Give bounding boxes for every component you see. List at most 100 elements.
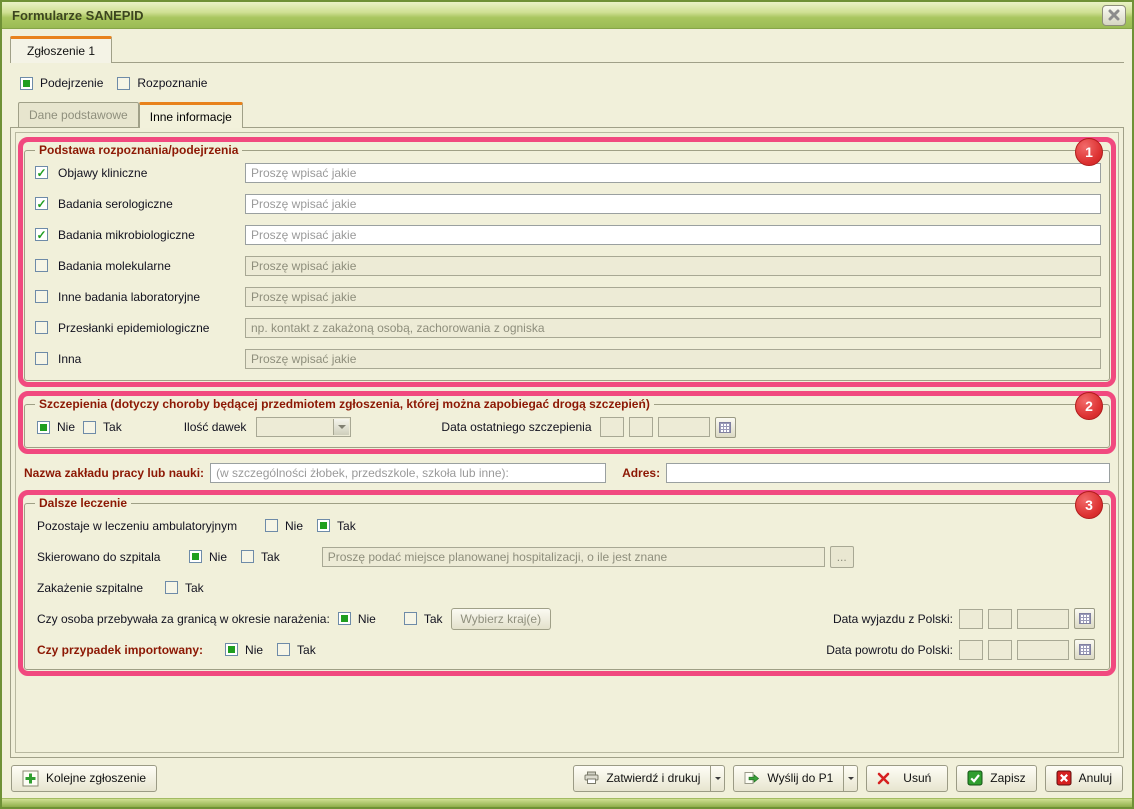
szczepienia-nie-checkbox[interactable]: Nie [37,420,75,434]
szczepienia-nie-label: Nie [57,420,75,434]
szczepienia-tak-checkbox[interactable]: Tak [83,420,122,434]
badania-molekularne-checkbox[interactable] [35,259,48,272]
przeslanki-checkbox[interactable] [35,321,48,334]
checkbox-podejrzenie[interactable]: Podejrzenie [20,76,103,90]
calendar-icon [719,422,731,433]
badania-mikrobiologiczne-input[interactable] [245,225,1101,245]
save-check-icon [967,770,983,786]
badania-serologiczne-checkbox[interactable] [35,197,48,210]
szpital-nie-checkbox[interactable]: Nie [189,550,227,564]
inne-badania-checkbox[interactable] [35,290,48,303]
usun-button[interactable]: Usuń [866,765,948,792]
objawy-kliniczne-input[interactable] [245,163,1101,183]
powrot-calendar-button[interactable] [1074,639,1095,660]
wyjazd-calendar-button[interactable] [1074,608,1095,629]
szczepienia-tak-label: Tak [103,420,122,434]
za-granica-nie-checkbox[interactable]: Nie [338,612,376,626]
importowany-nie-box[interactable] [225,643,238,656]
zakazenie-tak-checkbox[interactable]: Tak [165,581,204,595]
szpital-tak-box[interactable] [241,550,254,563]
adres-input[interactable] [666,463,1110,483]
inner-panel: 1 Podstawa rozpoznania/podejrzenia Objaw… [15,132,1119,753]
anuluj-button[interactable]: Anuluj [1045,765,1123,792]
podejrzenie-checkbox-box[interactable] [20,77,33,90]
wyslij-do-p1-label: Wyślij do P1 [767,771,833,785]
row-badania-molekularne: Badania molekularne [33,250,1101,281]
window-content: Zgłoszenie 1 Podejrzenie Rozpoznanie Dan… [2,29,1132,798]
zakazenie-label: Zakażenie szpitalne [37,581,165,595]
calendar-icon [1079,644,1091,655]
kolejne-zgloszenie-label: Kolejne zgłoszenie [46,771,146,785]
za-granica-tak-checkbox[interactable]: Tak [404,612,443,626]
podstawa-fieldset: Podstawa rozpoznania/podejrzenia Objawy … [24,143,1110,381]
tab-inne-informacje[interactable]: Inne informacje [139,102,243,128]
inna-input[interactable] [245,349,1101,369]
importowany-tak-checkbox[interactable]: Tak [277,643,316,657]
za-granica-nie-box[interactable] [338,612,351,625]
powrot-month-input[interactable] [988,640,1012,660]
importowany-tak-box[interactable] [277,643,290,656]
badania-mikrobiologiczne-checkbox[interactable] [35,228,48,241]
szczepienie-year-input[interactable] [658,417,710,437]
importowany-tak-label: Tak [297,643,316,657]
zakazenie-tak-box[interactable] [165,581,178,594]
szczepienia-legend: Szczepienia (dotyczy choroby będącej prz… [35,397,654,411]
wyjazd-year-input[interactable] [1017,609,1069,629]
ambulatoryjne-tak-checkbox[interactable]: Tak [317,519,356,533]
inna-checkbox[interactable] [35,352,48,365]
badania-molekularne-input[interactable] [245,256,1101,276]
checkbox-rozpoznanie[interactable]: Rozpoznanie [117,76,207,90]
przeslanki-label: Przesłanki epidemiologiczne [58,321,209,335]
szpital-miejsce-input[interactable] [322,547,825,567]
usun-label: Usuń [897,771,937,785]
workplace-input[interactable] [210,463,606,483]
szpital-nie-box[interactable] [189,550,202,563]
rozpoznanie-checkbox-box[interactable] [117,77,130,90]
inne-badania-input[interactable] [245,287,1101,307]
wyjazd-day-input[interactable] [959,609,983,629]
tab-dane-podstawowe[interactable]: Dane podstawowe [18,102,139,128]
calendar-icon [1079,613,1091,624]
main-tab-strip: Zgłoszenie 1 [10,36,1124,63]
za-granica-tak-box[interactable] [404,612,417,625]
powrot-year-input[interactable] [1017,640,1069,660]
close-button[interactable] [1102,5,1126,26]
importowany-label: Czy przypadek importowany: [37,643,203,657]
szczepienia-nie-box[interactable] [37,421,50,434]
ambulatoryjne-tak-label: Tak [337,519,356,533]
ambulatoryjne-nie-checkbox[interactable]: Nie [265,519,303,533]
badania-serologiczne-input[interactable] [245,194,1101,214]
szczepienie-day-input[interactable] [600,417,624,437]
szczepienia-tak-box[interactable] [83,421,96,434]
zatwierdz-dropdown-arrow[interactable] [711,765,725,792]
kolejne-zgloszenie-button[interactable]: Kolejne zgłoszenie [11,765,157,792]
zapisz-button[interactable]: Zapisz [956,765,1036,792]
wyslij-dropdown-arrow[interactable] [844,765,858,792]
ambulatoryjne-nie-box[interactable] [265,519,278,532]
ilosc-dawek-label: Ilość dawek [184,420,247,434]
row-badania-serologiczne: Badania serologiczne [33,188,1101,219]
ambulatoryjne-tak-box[interactable] [317,519,330,532]
wybierz-kraje-button[interactable]: Wybierz kraj(e) [451,608,552,630]
inne-badania-label: Inne badania laboratoryjne [58,290,200,304]
szpital-more-button[interactable]: ... [830,546,854,568]
ambulatoryjne-label: Pozostaje w leczeniu ambulatoryjnym [37,519,265,533]
section-1-badge: 1 [1075,138,1103,166]
przeslanki-input[interactable] [245,318,1101,338]
ilosc-dawek-combobox[interactable] [256,417,351,437]
za-granica-nie-label: Nie [358,612,376,626]
szczepienie-month-input[interactable] [629,417,653,437]
szpital-tak-checkbox[interactable]: Tak [241,550,280,564]
wyslij-do-p1-button[interactable]: Wyślij do P1 [733,765,844,792]
sub-tab-strip: Dane podstawowe Inne informacje [10,102,1124,127]
zatwierdz-drukuj-button[interactable]: Zatwierdź i drukuj [573,765,711,792]
tab-zgloszenie-1[interactable]: Zgłoszenie 1 [10,36,112,63]
szczepienie-calendar-button[interactable] [715,417,736,438]
data-powrotu-label: Data powrotu do Polski: [826,643,953,657]
zakazenie-tak-label: Tak [185,581,204,595]
importowany-nie-checkbox[interactable]: Nie [225,643,263,657]
section-2-badge: 2 [1075,392,1103,420]
wyjazd-month-input[interactable] [988,609,1012,629]
powrot-day-input[interactable] [959,640,983,660]
objawy-kliniczne-checkbox[interactable] [35,166,48,179]
